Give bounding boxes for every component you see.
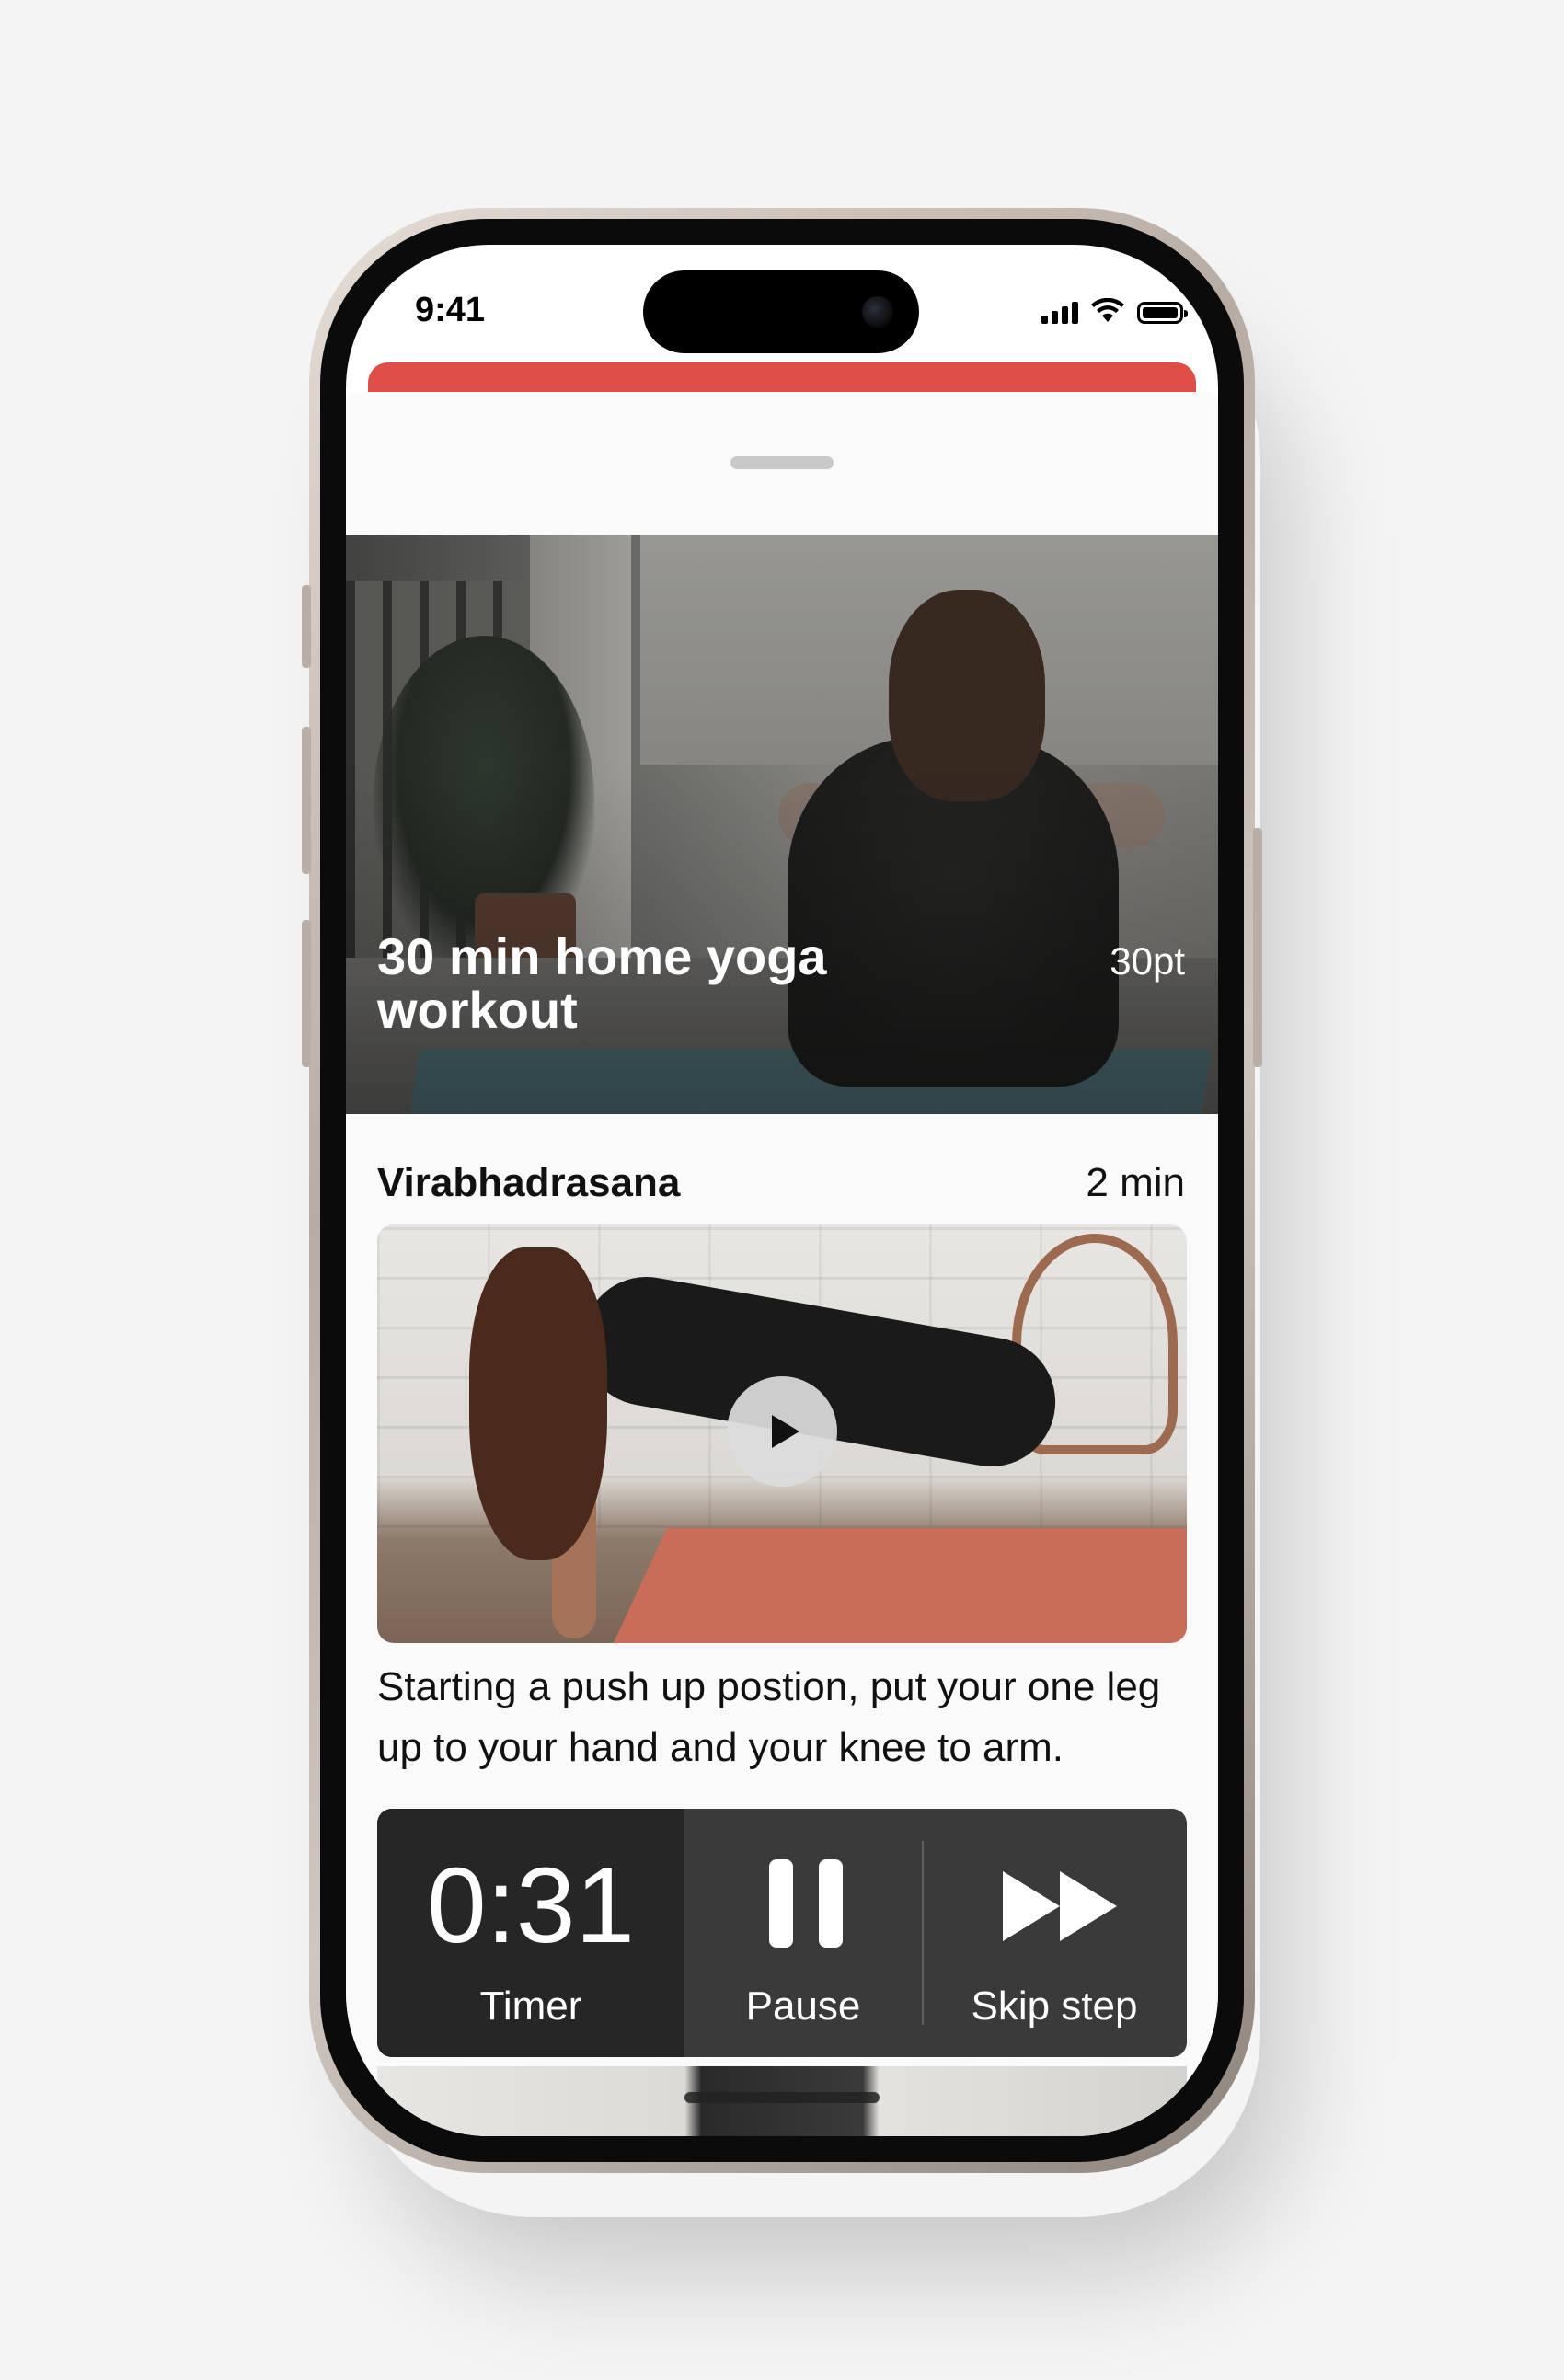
workout-sheet: 30 min home yoga workout 30pt Virabhadra…: [346, 392, 1218, 2136]
step-video[interactable]: [377, 1224, 1187, 1643]
status-time: 9:41: [415, 291, 486, 329]
volume-down-button: [302, 920, 311, 1067]
skip-forward-icon: [1003, 1871, 1121, 1941]
skip-label: Skip step: [971, 1983, 1138, 2029]
home-indicator[interactable]: [684, 2092, 880, 2103]
sheet-drag-handle[interactable]: [730, 456, 834, 469]
dynamic-island: [643, 270, 919, 353]
step-instructions: Starting a push up postion, put your one…: [377, 1664, 1161, 1770]
pause-button[interactable]: Pause: [684, 1809, 922, 2057]
timer-display: 0:31 Timer: [377, 1809, 684, 2057]
volume-up-button: [302, 727, 311, 874]
workout-points: 30pt: [1110, 939, 1185, 983]
skip-step-button[interactable]: Skip step: [922, 1809, 1187, 2057]
play-button[interactable]: [727, 1376, 837, 1487]
phone-screen: 9:41 30 min home yoga workout 30pt Virab…: [346, 245, 1218, 2136]
pause-label: Pause: [745, 1983, 861, 2029]
workout-hero-image: 30 min home yoga workout 30pt: [346, 535, 1218, 1114]
timer-label: Timer: [479, 1983, 582, 2029]
power-button: [1253, 828, 1262, 1067]
pause-icon: [769, 1859, 843, 1948]
battery-icon: [1137, 302, 1188, 324]
step-duration: 2 min: [1086, 1160, 1185, 1205]
play-icon: [772, 1415, 799, 1448]
workout-controls: 0:31 Timer Pause Skip step: [377, 1809, 1187, 2057]
wifi-icon: [1091, 298, 1124, 322]
step-name: Virabhadrasana: [377, 1160, 681, 1205]
workout-title: 30 min home yoga workout: [377, 927, 827, 1039]
timer-value: 0:31: [427, 1845, 635, 1965]
status-icons: [1041, 298, 1188, 324]
camera-icon: [862, 296, 893, 328]
action-button: [302, 585, 311, 668]
signal-icon: [1041, 302, 1078, 324]
